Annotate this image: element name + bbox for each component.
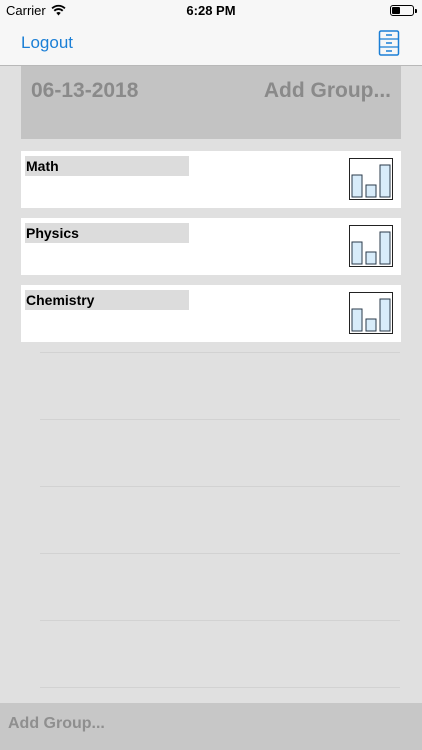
logout-button[interactable]: Logout xyxy=(21,33,73,53)
add-group-bottom-button[interactable]: Add Group... xyxy=(8,715,105,733)
date-header: 06-13-2018 Add Group... xyxy=(21,66,401,139)
group-name: Math xyxy=(25,156,189,176)
group-row-physics[interactable]: Physics xyxy=(21,218,401,275)
group-name: Physics xyxy=(25,223,189,243)
add-group-header-button[interactable]: Add Group... xyxy=(264,79,391,103)
row-separator xyxy=(40,687,400,688)
file-cabinet-icon[interactable] xyxy=(378,30,400,56)
status-bar: Carrier 6:28 PM xyxy=(0,0,422,22)
navigation-bar: Logout xyxy=(0,22,422,66)
bar-chart-icon[interactable] xyxy=(349,158,393,200)
group-row-chemistry[interactable]: Chemistry xyxy=(21,285,401,342)
date-label: 06-13-2018 xyxy=(31,79,139,102)
bottom-bar: Add Group... xyxy=(0,703,422,750)
battery-icon xyxy=(390,5,417,16)
row-separator xyxy=(40,419,400,420)
group-row-math[interactable]: Math xyxy=(21,151,401,208)
row-separator xyxy=(40,352,400,353)
bar-chart-icon[interactable] xyxy=(349,292,393,334)
group-name: Chemistry xyxy=(25,290,189,310)
row-separator xyxy=(40,620,400,621)
bar-chart-icon[interactable] xyxy=(349,225,393,267)
row-separator xyxy=(40,486,400,487)
row-separator xyxy=(40,553,400,554)
status-time: 6:28 PM xyxy=(186,3,236,18)
